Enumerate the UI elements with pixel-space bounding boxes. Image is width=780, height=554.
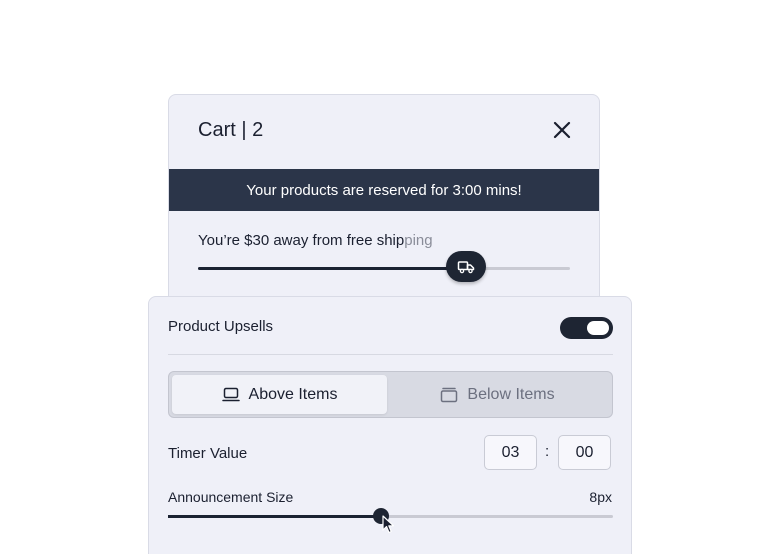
product-upsells-toggle[interactable] [560,317,613,339]
reservation-banner-text: Your products are reserved for 3:00 mins… [246,181,522,199]
shipping-progress-fill [198,267,466,270]
timer-seconds-input[interactable]: 00 [558,435,611,470]
close-icon[interactable] [552,120,572,140]
timer-separator: : [545,443,550,460]
product-upsells-label: Product Upsells [168,318,274,335]
shipping-progress-indicator [446,251,486,282]
timer-value-label: Timer Value [168,445,248,462]
shipping-progress-bar [198,267,570,270]
above-items-label: Above Items [248,385,338,403]
free-shipping-text-faded: ping [404,232,433,249]
toggle-knob [587,321,609,335]
window-icon [441,387,458,402]
timer-minutes-input[interactable]: 03 [484,435,537,470]
cart-title: Cart | 2 [198,119,264,141]
upsell-placement-selector: Above Items Below Items [168,371,613,418]
truck-icon [457,260,475,273]
below-items-label: Below Items [467,385,555,403]
cart-preview-panel: Cart | 2 Your products are reserved for … [168,94,600,324]
above-items-button[interactable]: Above Items [172,375,387,414]
announcement-size-fill [168,515,381,518]
announcement-size-label: Announcement Size [168,489,294,505]
mouse-pointer-icon [382,515,395,534]
announcement-size-value: 8px [589,489,612,505]
laptop-icon [221,387,240,401]
free-shipping-text: You’re $30 away from free ship [198,232,405,249]
below-items-button[interactable]: Below Items [390,375,605,414]
free-shipping-message: You’re $30 away from free shipping [198,232,433,249]
divider [168,354,613,355]
reservation-banner: Your products are reserved for 3:00 mins… [169,169,599,211]
